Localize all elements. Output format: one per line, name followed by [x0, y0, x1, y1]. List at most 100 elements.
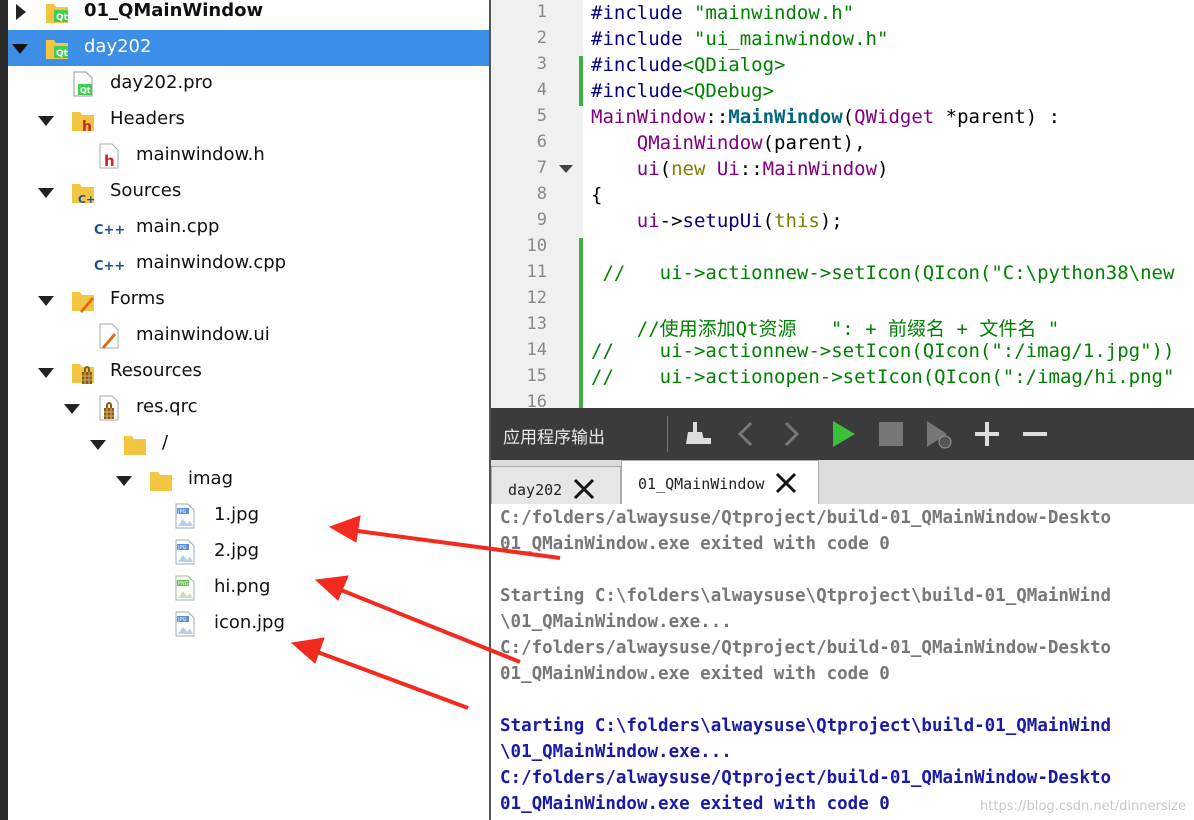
code-token: (	[659, 158, 672, 180]
code-line[interactable]: ui(new Ui::MainWindow)	[591, 158, 889, 180]
code-line[interactable]: #include<QDialog>	[591, 54, 785, 76]
collapse-arrow-icon[interactable]	[38, 188, 54, 198]
tab-day202[interactable]: day202	[491, 466, 621, 506]
collapse-arrow-icon[interactable]	[38, 116, 54, 126]
header-file-icon: h	[99, 143, 119, 170]
line-number: 14	[526, 340, 547, 360]
watermark: https://blog.csdn.net/dinnersize	[980, 799, 1186, 814]
tree-item-mainwindow-cpp[interactable]: C++ mainwindow.cpp	[8, 246, 489, 282]
svg-text:C++: C++	[94, 259, 125, 274]
tree-item-root-prefix[interactable]: /	[8, 426, 489, 462]
tree-item-label: main.cpp	[136, 216, 220, 237]
collapse-arrow-icon[interactable]	[12, 44, 28, 54]
jpg-file-icon: JPG	[175, 503, 195, 529]
tab-01-qmainwindow[interactable]: 01_QMainWindow	[621, 460, 819, 505]
code-token: #include	[591, 80, 683, 102]
collapse-arrow-icon[interactable]	[64, 404, 80, 414]
qt-pro-file-icon: Qt	[73, 71, 93, 97]
line-number: 16	[526, 392, 547, 408]
ui-file-icon	[99, 323, 119, 349]
application-output[interactable]: C:/folders/alwaysuse/Qtproject/build-01_…	[489, 504, 1194, 820]
fold-arrow-icon[interactable]	[559, 165, 573, 173]
code-line[interactable]: // ui->actionopen->setIcon(QIcon(":/imag…	[591, 366, 1174, 388]
code-editor[interactable]: 1 2 3 4 5 6 7 8 9 10 11 12 13 14 15 16 #include "mainwi…	[489, 0, 1194, 408]
tree-item-1-jpg[interactable]: JPG 1.jpg	[8, 498, 489, 534]
output-line: 01_QMainWindow.exe exited with code 0	[500, 534, 890, 554]
png-file-icon: PNG	[175, 575, 195, 601]
cpp-file-icon: C++	[94, 259, 125, 274]
tree-item-label: mainwindow.cpp	[136, 252, 287, 273]
zoom-in-plus-icon[interactable]	[971, 418, 1003, 450]
code-line[interactable]: {	[591, 184, 602, 206]
tree-item-day202-pro[interactable]: Qt day202.pro	[8, 66, 489, 102]
change-marker	[579, 56, 583, 106]
next-item-icon[interactable]	[775, 418, 807, 450]
line-number: 5	[536, 106, 547, 126]
line-number: 2	[536, 28, 547, 48]
tree-item-forms[interactable]: Forms	[8, 282, 489, 318]
code-line[interactable]: // ui->actionnew->setIcon(QIcon("C:\pyth…	[591, 262, 1174, 284]
line-number: 13	[526, 314, 547, 334]
forms-folder-icon	[72, 292, 94, 313]
tree-item-resources[interactable]: Resources	[8, 354, 489, 390]
collapse-arrow-icon[interactable]	[38, 296, 54, 306]
svg-text:C+: C+	[78, 193, 95, 206]
previous-item-icon[interactable]	[731, 418, 763, 450]
tree-item-mainwindow-h[interactable]: h mainwindow.h	[8, 138, 489, 174]
tree-item-hi-png[interactable]: PNG hi.png	[8, 570, 489, 606]
collapse-arrow-icon[interactable]	[90, 440, 106, 450]
rerun-play-icon[interactable]	[827, 418, 859, 450]
tree-item-main-cpp[interactable]: C++ main.cpp	[8, 210, 489, 246]
code-line[interactable]: MainWindow::MainWindow(QWidget *parent) …	[591, 106, 1060, 128]
clear-output-broom-icon[interactable]	[683, 418, 715, 450]
code-line[interactable]: //使用添加Qt资源 ": + 前缀名 + 文件名 "	[591, 314, 1059, 341]
tab-label: 01_QMainWindow	[638, 475, 765, 493]
expand-arrow-icon[interactable]	[16, 4, 26, 20]
tree-item-sources[interactable]: C+ Sources	[8, 174, 489, 210]
collapse-arrow-icon[interactable]	[38, 368, 54, 378]
tree-item-res-qrc[interactable]: res.qrc	[8, 390, 489, 426]
code-line[interactable]: QMainWindow(parent),	[591, 132, 866, 154]
tree-item-01-qmainwindow[interactable]: Qt 01_QMainWindow	[8, 0, 489, 30]
stop-icon[interactable]	[875, 418, 907, 450]
code-token: (parent),	[762, 132, 866, 154]
tree-item-imag[interactable]: imag	[8, 462, 489, 498]
svg-text:h: h	[104, 152, 115, 170]
tree-item-2-jpg[interactable]: JPG 2.jpg	[8, 534, 489, 570]
code-line[interactable]: ui->setupUi(this);	[591, 210, 843, 232]
output-pane-title: 应用程序输出	[503, 428, 605, 448]
code-token: MainWindow	[591, 106, 706, 128]
attach-debugger-icon[interactable]	[923, 418, 955, 450]
tree-item-headers[interactable]: h Headers	[8, 102, 489, 138]
tree-item-mainwindow-ui[interactable]: mainwindow.ui	[8, 318, 489, 354]
folder-icon	[150, 472, 172, 491]
tree-item-label: icon.jpg	[214, 612, 285, 633]
toolbar-separator	[667, 416, 668, 452]
zoom-out-minus-icon[interactable]	[1019, 418, 1051, 450]
svg-text:Qt: Qt	[80, 86, 91, 95]
project-tree: Qt 01_QMainWindow Qt day202 Qt day202.pr…	[0, 0, 489, 820]
tree-item-label: day202.pro	[110, 72, 213, 93]
code-token: //使用添加Qt资源 ": + 前缀名 + 文件名 "	[591, 318, 1060, 340]
code-line[interactable]: // ui->actionnew->setIcon(QIcon(":/imag/…	[591, 340, 1174, 362]
tree-item-icon-jpg[interactable]: JPG icon.jpg	[8, 606, 489, 642]
line-number: 7	[536, 158, 547, 178]
svg-text:Qt: Qt	[56, 13, 69, 23]
code-line[interactable]: #include "ui_mainwindow.h"	[591, 28, 888, 50]
code-token: ui	[636, 210, 660, 232]
code-token: #include	[591, 54, 683, 76]
close-tab-icon[interactable]	[572, 477, 596, 501]
code-line[interactable]: #include "mainwindow.h"	[591, 2, 854, 24]
tree-item-label: 2.jpg	[214, 540, 260, 561]
tree-item-day202[interactable]: Qt day202	[8, 30, 489, 66]
collapse-arrow-icon[interactable]	[116, 476, 132, 486]
tree-item-label: 1.jpg	[214, 504, 260, 525]
code-line[interactable]: #include<QDebug>	[591, 80, 774, 102]
line-number: 10	[526, 236, 547, 256]
code-token: (	[762, 210, 775, 232]
close-tab-icon[interactable]	[774, 471, 798, 495]
code-token: <QDebug>	[682, 80, 775, 102]
code-token: // ui->actionopen->setIcon(QIcon(":/imag…	[591, 366, 1175, 388]
line-number: 4	[536, 80, 547, 100]
